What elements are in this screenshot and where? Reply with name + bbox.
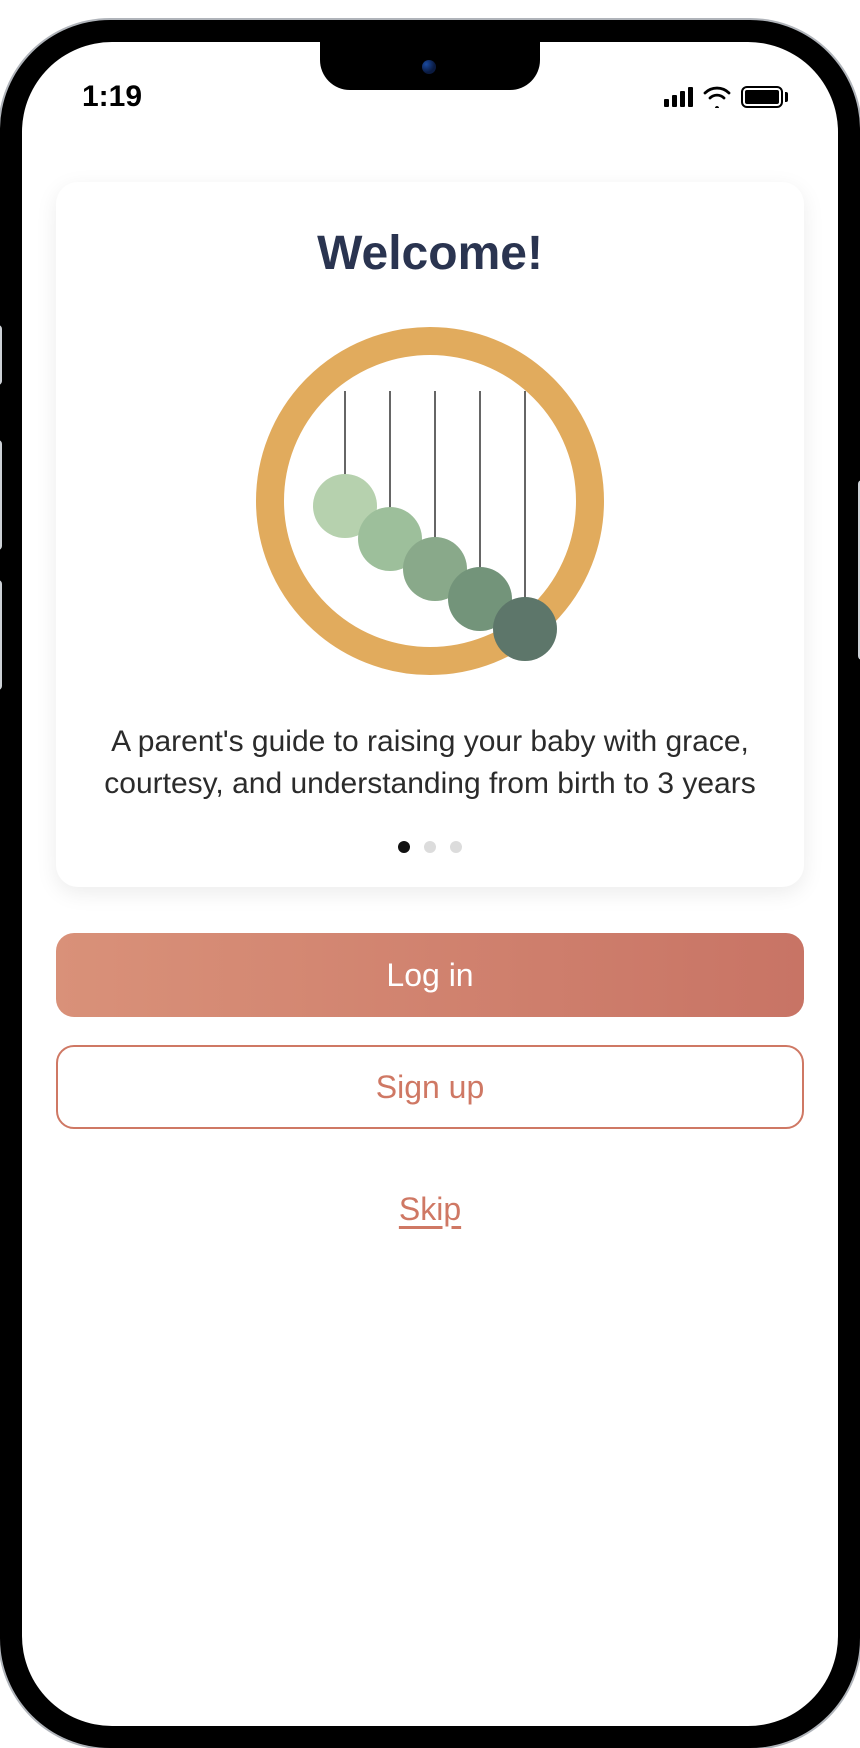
pager-dot-3[interactable] — [450, 841, 462, 853]
volume-up-button — [0, 440, 2, 550]
notch — [320, 42, 540, 90]
pendulum-illustration — [90, 311, 770, 691]
welcome-card: Welcome! — [56, 182, 804, 887]
status-time: 1:19 — [82, 80, 142, 114]
skip-link[interactable]: Skip — [399, 1191, 461, 1227]
mute-switch — [0, 325, 2, 385]
screen: 1:19 Welcom — [22, 42, 838, 1726]
welcome-title: Welcome! — [90, 226, 770, 281]
status-indicators — [664, 86, 788, 108]
pager-dot-1[interactable] — [398, 841, 410, 853]
welcome-description: A parent's guide to raising your baby wi… — [90, 721, 770, 805]
onboarding-content: Welcome! — [22, 132, 838, 1228]
login-button[interactable]: Log in — [56, 933, 804, 1017]
volume-down-button — [0, 580, 2, 690]
wifi-icon — [703, 86, 731, 108]
phone-frame: 1:19 Welcom — [0, 20, 860, 1748]
signup-button[interactable]: Sign up — [56, 1045, 804, 1129]
skip-container: Skip — [56, 1191, 804, 1228]
signup-button-label: Sign up — [376, 1069, 485, 1106]
pager-dots[interactable] — [90, 841, 770, 853]
battery-icon — [741, 86, 788, 108]
login-button-label: Log in — [386, 957, 473, 994]
cellular-signal-icon — [664, 87, 693, 107]
pager-dot-2[interactable] — [424, 841, 436, 853]
action-buttons: Log in Sign up — [56, 933, 804, 1129]
